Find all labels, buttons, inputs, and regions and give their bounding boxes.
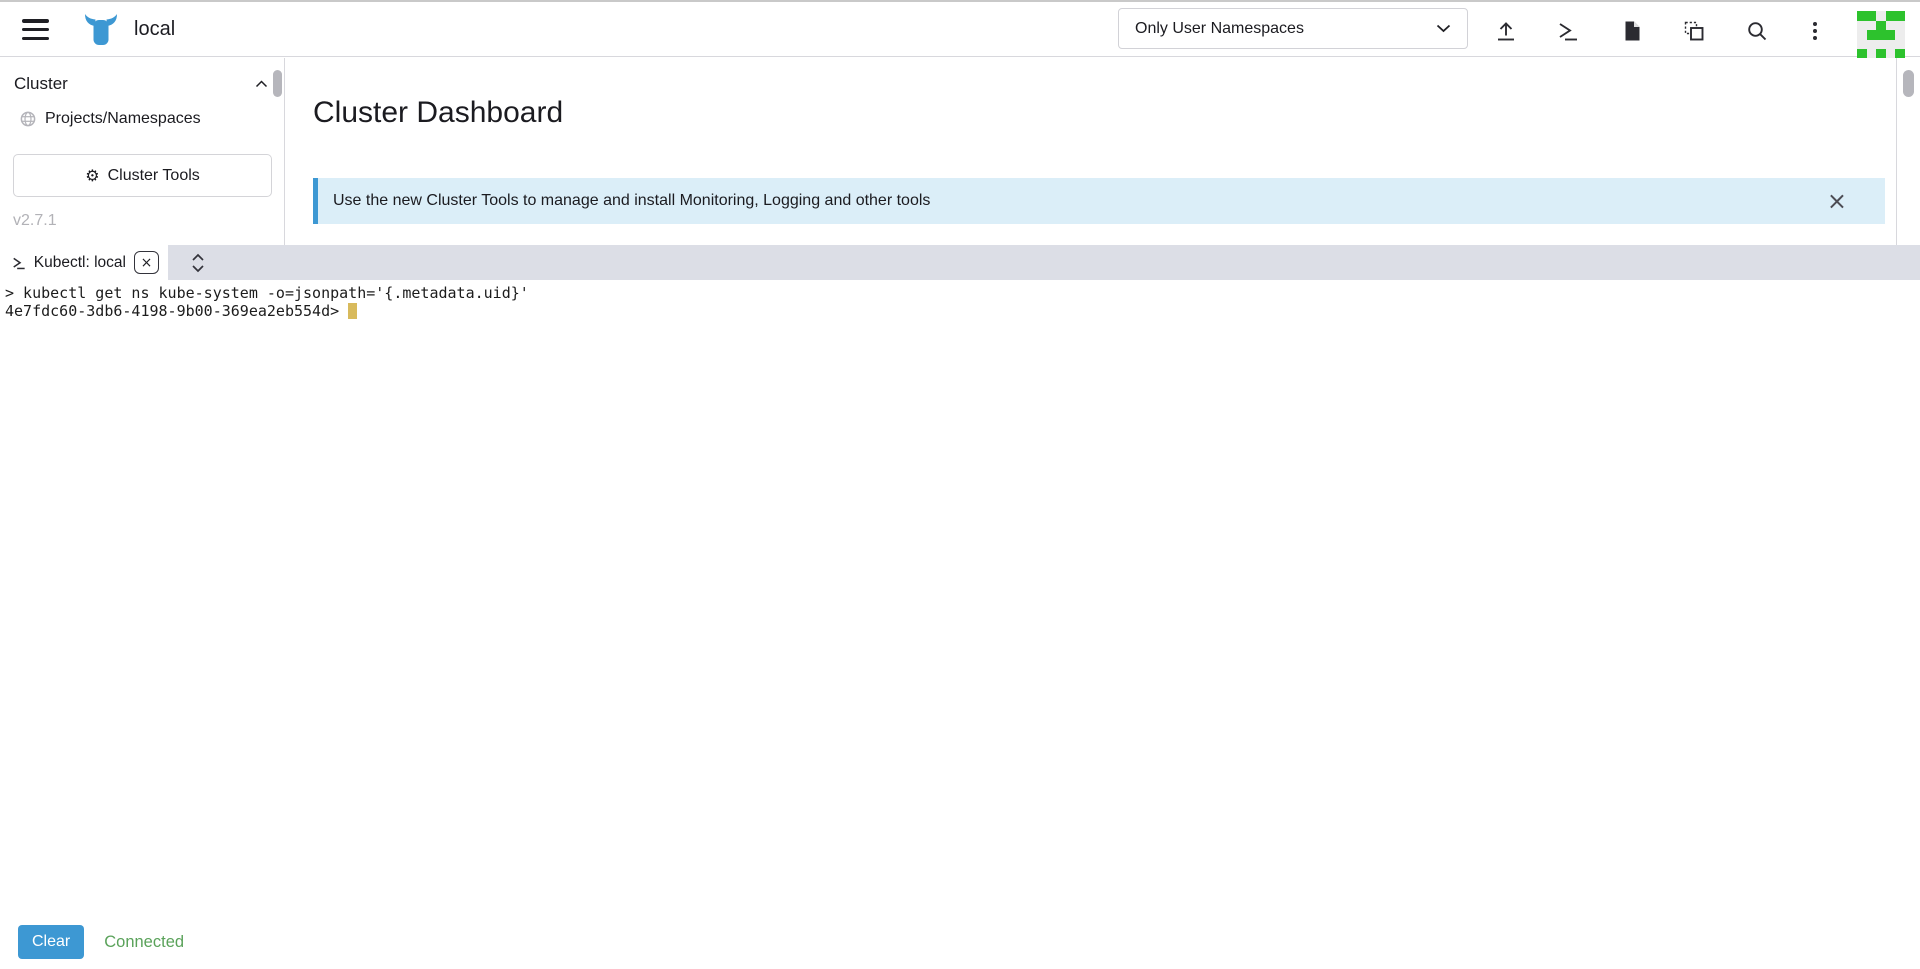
import-yaml-button[interactable] [1491,16,1521,46]
chevron-up-icon [255,80,268,88]
banner-text: Use the new Cluster Tools to manage and … [333,192,930,210]
terminal-footer: Clear Connected [0,915,1920,969]
rancher-logo-icon[interactable] [82,13,120,47]
upload-icon [1494,19,1518,43]
sidebar-item-projects-namespaces[interactable]: Projects/Namespaces [20,110,284,128]
banner-close-icon[interactable]: × [1827,189,1847,213]
chevron-up-down-icon [191,252,205,274]
kubectl-terminal[interactable]: > kubectl get ns kube-system -o=jsonpath… [0,280,1920,915]
app-header: local Only User Namespaces [0,2,1920,57]
search-icon [1745,19,1769,43]
page-title: Cluster Dashboard [313,96,563,130]
tab-close-button[interactable]: × [134,251,159,274]
header-actions-menu-button[interactable] [1800,16,1830,46]
main-scrollbar-thumb[interactable] [1903,70,1914,97]
sidebar-scrollbar-thumb[interactable] [273,70,282,97]
terminal-expand-button[interactable] [188,251,208,275]
terminal-line: > kubectl get ns kube-system -o=jsonpath… [5,284,529,302]
kubectl-shell-button[interactable] [1553,16,1583,46]
terminal-tabbar: Kubectl: local × [0,245,1920,280]
copy-kubeconfig-button[interactable] [1679,16,1709,46]
sidebar-item-label: Projects/Namespaces [45,110,201,128]
rancher-version: v2.7.1 [13,212,57,230]
terminal-icon [1556,19,1580,43]
terminal-line: 4e7fdc60-3db6-4198-9b00-369ea2eb554d> [5,302,348,320]
main-menu-icon[interactable] [22,19,49,40]
cluster-tools-button[interactable]: ⚙ Cluster Tools [13,154,272,197]
connection-status: Connected [104,933,184,952]
namespace-filter-dropdown[interactable]: Only User Namespaces [1118,8,1468,49]
cluster-tools-banner: Use the new Cluster Tools to manage and … [313,178,1885,224]
search-button[interactable] [1742,16,1772,46]
kebab-menu-icon [1813,22,1817,40]
gear-icon: ⚙ [85,168,99,184]
globe-icon [20,111,36,127]
main-scrollbar-track[interactable] [1896,58,1920,245]
tab-kubectl-local[interactable]: Kubectl: local × [0,245,168,280]
tab-label: Kubectl: local [34,254,126,272]
kubeconfig-file-button[interactable] [1617,16,1647,46]
terminal-cursor [348,303,357,319]
cluster-name: local [134,18,175,41]
main-content: Cluster Dashboard Use the new Cluster To… [286,58,1896,245]
sidebar-section-cluster[interactable]: Cluster [0,58,284,94]
terminal-icon [12,256,26,270]
file-icon [1620,19,1644,43]
chevron-down-icon [1436,24,1451,33]
cluster-tools-label: Cluster Tools [108,167,200,185]
clear-button[interactable]: Clear [18,925,84,959]
close-icon: × [141,255,153,271]
sidebar-section-label: Cluster [14,74,68,94]
namespace-filter-value: Only User Namespaces [1135,20,1304,38]
user-avatar[interactable] [1857,11,1905,59]
copy-icon [1682,19,1706,43]
sidebar: Cluster Projects/Namespaces ⚙ Cluster To… [0,58,285,245]
